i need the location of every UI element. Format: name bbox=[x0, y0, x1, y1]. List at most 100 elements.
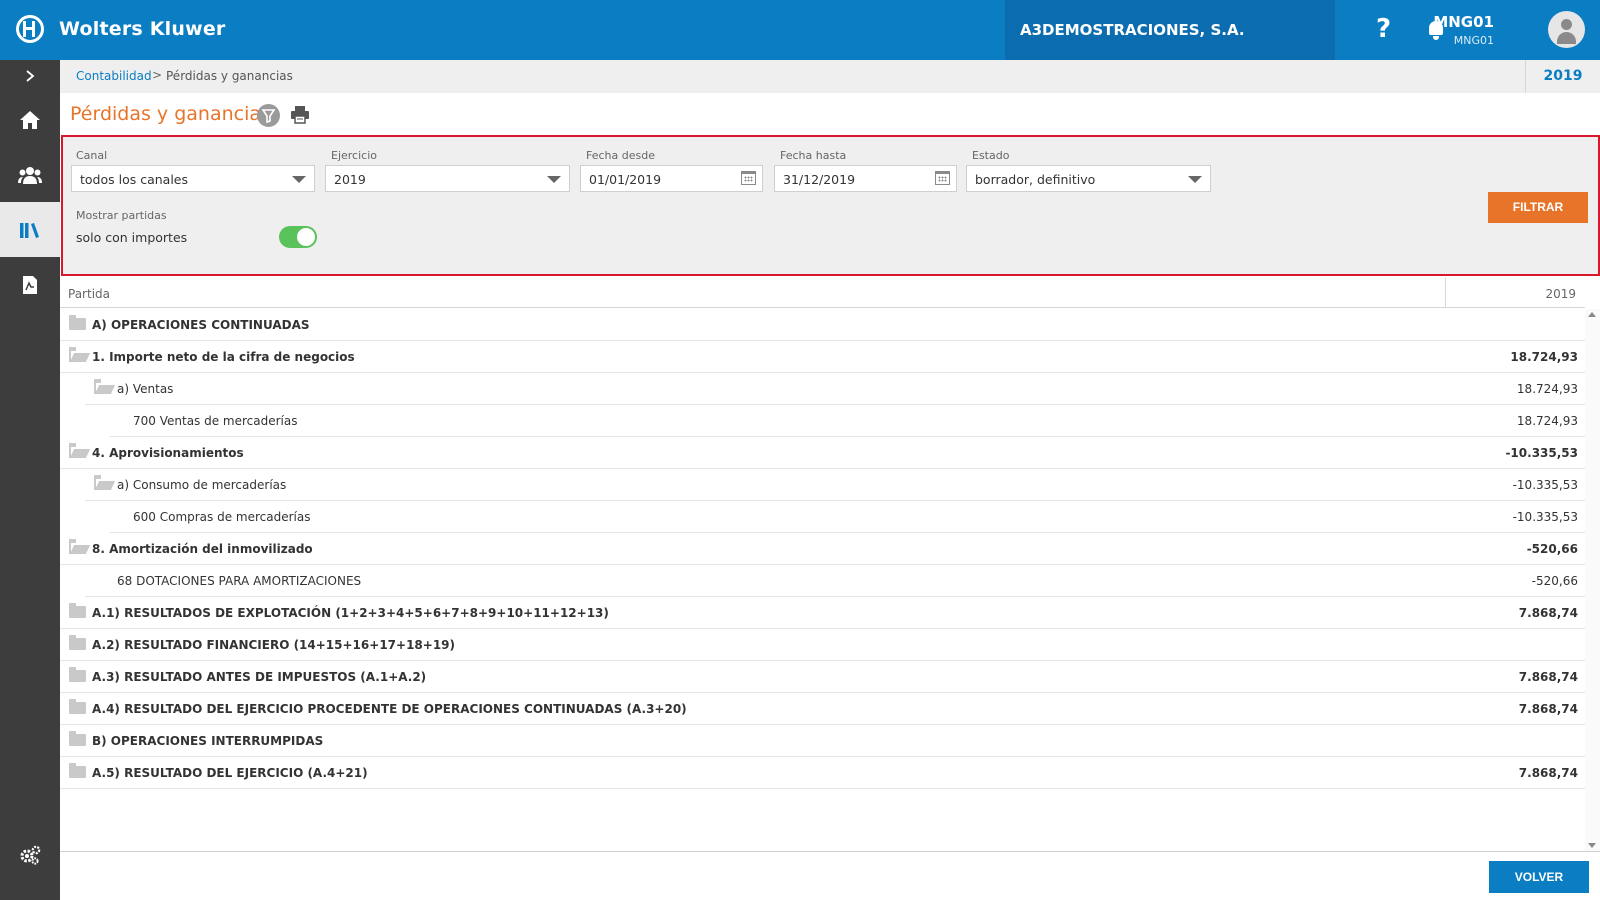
row-amount: -520,66 bbox=[1526, 542, 1578, 556]
folder-icon[interactable] bbox=[69, 731, 86, 746]
chevron-down-icon bbox=[292, 176, 306, 183]
table-row[interactable]: A.1) RESULTADOS DE EXPLOTACIÓN (1+2+3+4+… bbox=[60, 597, 1585, 629]
ejercicio-value: 2019 bbox=[334, 172, 366, 187]
gears-icon bbox=[20, 845, 41, 865]
scroll-up-arrow-icon[interactable] bbox=[1588, 312, 1596, 317]
table-row[interactable]: 68 DOTACIONES PARA AMORTIZACIONES -520,66 bbox=[85, 565, 1585, 597]
table-row[interactable]: B) OPERACIONES INTERRUMPIDAS bbox=[60, 725, 1585, 757]
wolters-kluwer-logo-icon bbox=[16, 15, 44, 43]
brand-name: Wolters Kluwer bbox=[59, 18, 226, 40]
folder-icon[interactable] bbox=[69, 667, 86, 682]
ejercicio-select[interactable]: 2019 bbox=[325, 165, 570, 192]
filter-panel: Canal todos los canales Ejercicio 2019 F… bbox=[61, 135, 1600, 276]
page-title: Pérdidas y ganancias bbox=[70, 103, 271, 125]
folder-icon[interactable] bbox=[69, 635, 86, 650]
document-icon bbox=[23, 275, 37, 294]
top-bar: Wolters Kluwer A3DEMOSTRACIONES, S.A. ? … bbox=[0, 0, 1600, 60]
table-row[interactable]: 700 Ventas de mercaderías 18.724,93 bbox=[110, 405, 1585, 437]
folder-open-icon[interactable] bbox=[69, 347, 86, 362]
row-label: 600 Compras de mercaderías bbox=[133, 510, 311, 524]
ejercicio-label: Ejercicio bbox=[331, 149, 377, 162]
table-row[interactable]: 8. Amortización del inmovilizado -520,66 bbox=[60, 533, 1585, 565]
table-row[interactable]: 1. Importe neto de la cifra de negocios 1… bbox=[60, 341, 1585, 373]
fecha-desde-field[interactable]: 01/01/2019 bbox=[580, 165, 763, 192]
row-label: 8. Amortización del inmovilizado bbox=[92, 542, 313, 556]
fecha-hasta-value: 31/12/2019 bbox=[783, 172, 856, 187]
row-label: A.2) RESULTADO FINANCIERO (14+15+16+17+1… bbox=[92, 638, 456, 652]
canal-select[interactable]: todos los canales bbox=[71, 165, 315, 192]
sidebar-expand-button[interactable] bbox=[0, 60, 60, 92]
folder-open-icon[interactable] bbox=[94, 475, 111, 490]
company-name: A3DEMOSTRACIONES, S.A. bbox=[1020, 21, 1245, 39]
sidebar bbox=[0, 60, 60, 900]
table-row[interactable]: A.2) RESULTADO FINANCIERO (14+15+16+17+1… bbox=[60, 629, 1585, 661]
row-label: a) Consumo de mercaderías bbox=[117, 478, 287, 492]
sidebar-item-contacts[interactable] bbox=[0, 147, 60, 202]
row-label: A.4) RESULTADO DEL EJERCICIO PROCEDENTE … bbox=[92, 702, 687, 716]
folder-open-icon[interactable] bbox=[94, 379, 111, 394]
books-icon bbox=[20, 222, 39, 238]
print-icon[interactable] bbox=[290, 105, 310, 125]
row-label: A) OPERACIONES CONTINUADAS bbox=[92, 318, 310, 332]
chevron-down-icon bbox=[1188, 176, 1202, 183]
calendar-icon[interactable] bbox=[935, 171, 950, 185]
sidebar-item-settings[interactable] bbox=[0, 827, 60, 882]
row-label: 1. Importe neto de la cifra de negocios bbox=[92, 350, 355, 364]
estado-label: Estado bbox=[972, 149, 1010, 162]
users-icon bbox=[18, 166, 42, 184]
row-amount: 7.868,74 bbox=[1518, 606, 1578, 620]
calendar-icon[interactable] bbox=[741, 171, 756, 185]
fecha-hasta-field[interactable]: 31/12/2019 bbox=[774, 165, 957, 192]
canal-label: Canal bbox=[76, 149, 108, 162]
table-row[interactable]: a) Ventas 18.724,93 bbox=[85, 373, 1585, 405]
row-amount: 18.724,93 bbox=[1516, 414, 1578, 428]
table-row[interactable]: A.5) RESULTADO DEL EJERCICIO (A.4+21) 7.8… bbox=[60, 757, 1585, 789]
row-label: 68 DOTACIONES PARA AMORTIZACIONES bbox=[117, 574, 362, 588]
column-header-year[interactable]: 2019 bbox=[1445, 278, 1585, 307]
folder-icon[interactable] bbox=[69, 699, 86, 714]
folder-icon[interactable] bbox=[69, 315, 86, 330]
folder-open-icon[interactable] bbox=[69, 539, 86, 554]
breadcrumb: Contabilidad > Pérdidas y ganancias 2019 bbox=[60, 60, 1600, 93]
folder-icon[interactable] bbox=[69, 603, 86, 618]
help-icon[interactable]: ? bbox=[1376, 14, 1391, 44]
table-scrollbar[interactable] bbox=[1585, 309, 1600, 851]
breadcrumb-link-contabilidad[interactable]: Contabilidad bbox=[76, 69, 152, 83]
user-avatar-icon[interactable] bbox=[1548, 11, 1585, 48]
table-header: Partida 2019 bbox=[60, 278, 1585, 308]
table-row[interactable]: 600 Compras de mercaderías -10.335,53 bbox=[110, 501, 1585, 533]
breadcrumb-separator-icon: > bbox=[152, 68, 163, 82]
sidebar-item-accounting[interactable] bbox=[0, 202, 60, 257]
table-row[interactable]: a) Consumo de mercaderías -10.335,53 bbox=[85, 469, 1585, 501]
table-row[interactable]: 4. Aprovisionamientos -10.335,53 bbox=[60, 437, 1585, 469]
company-selector[interactable]: A3DEMOSTRACIONES, S.A. bbox=[1005, 0, 1335, 60]
breadcrumb-current: Pérdidas y ganancias bbox=[166, 69, 293, 83]
row-label: A.1) RESULTADOS DE EXPLOTACIÓN (1+2+3+4+… bbox=[92, 606, 609, 620]
sidebar-item-home[interactable] bbox=[0, 92, 60, 147]
home-icon bbox=[20, 110, 40, 129]
column-header-partida[interactable]: Partida bbox=[68, 287, 110, 301]
table-row[interactable]: A.3) RESULTADO ANTES DE IMPUESTOS (A.1+A… bbox=[60, 661, 1585, 693]
mostrar-partidas-value: solo con importes bbox=[76, 230, 188, 245]
fecha-desde-label: Fecha desde bbox=[586, 149, 655, 162]
folder-icon[interactable] bbox=[69, 763, 86, 778]
estado-select[interactable]: borrador, definitivo bbox=[966, 165, 1211, 192]
filter-toggle-icon[interactable] bbox=[257, 104, 280, 127]
sidebar-item-reports[interactable] bbox=[0, 257, 60, 312]
fecha-desde-value: 01/01/2019 bbox=[589, 172, 662, 187]
fiscal-year-selector[interactable]: 2019 bbox=[1525, 60, 1600, 93]
filtrar-button[interactable]: FILTRAR bbox=[1488, 192, 1588, 223]
volver-button[interactable]: VOLVER bbox=[1489, 861, 1589, 893]
estado-value: borrador, definitivo bbox=[975, 172, 1096, 187]
row-amount: 7.868,74 bbox=[1518, 702, 1578, 716]
table-row[interactable]: A.4) RESULTADO DEL EJERCICIO PROCEDENTE … bbox=[60, 693, 1585, 725]
user-name[interactable]: MNG01 bbox=[1433, 13, 1494, 31]
row-label: a) Ventas bbox=[117, 382, 174, 396]
scroll-down-arrow-icon[interactable] bbox=[1588, 843, 1596, 848]
folder-open-icon[interactable] bbox=[69, 443, 86, 458]
row-label: A.3) RESULTADO ANTES DE IMPUESTOS (A.1+A… bbox=[92, 670, 427, 684]
footer: VOLVER bbox=[60, 851, 1600, 900]
row-amount: 7.868,74 bbox=[1518, 766, 1578, 780]
solo-con-importes-toggle[interactable] bbox=[279, 226, 317, 248]
table-row[interactable]: A) OPERACIONES CONTINUADAS bbox=[60, 309, 1585, 341]
